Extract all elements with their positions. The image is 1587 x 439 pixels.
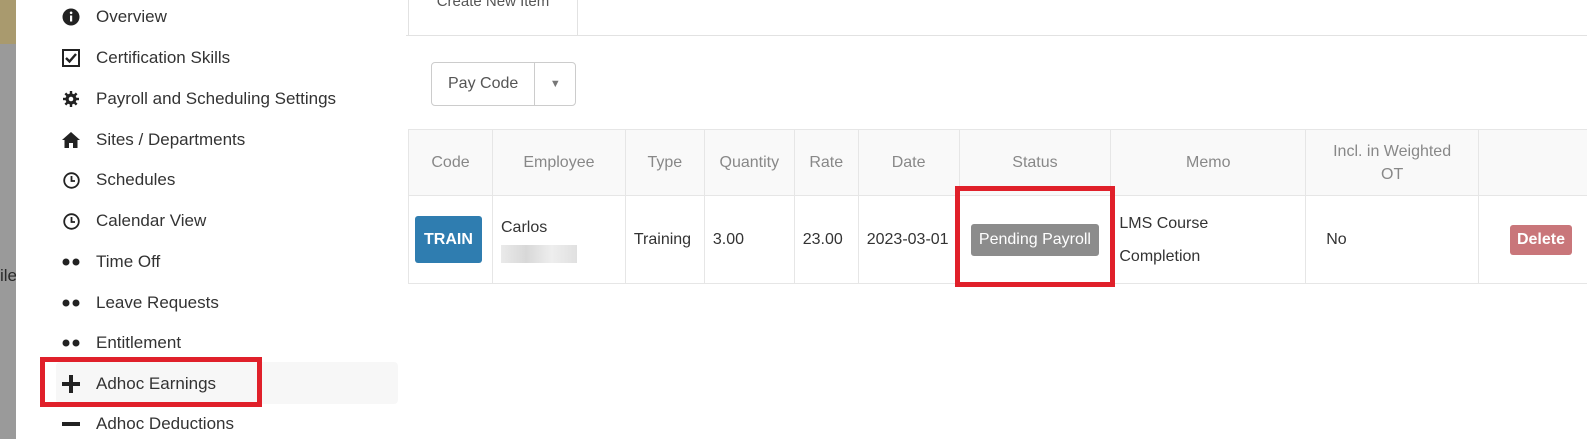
- sidebar-item-label: Sites / Departments: [96, 130, 246, 149]
- background-strip: ile: [0, 0, 18, 439]
- sidebar-item-label: Schedules: [96, 170, 176, 189]
- sidebar-item-adhoc-deductions[interactable]: Adhoc Deductions: [60, 409, 234, 439]
- sidebar-item-adhoc-earnings[interactable]: Adhoc Earnings: [60, 369, 216, 399]
- home-icon: [60, 132, 82, 148]
- sidebar-item-label: Time Off: [96, 252, 161, 271]
- sidebar-item-label: Payroll and Scheduling Settings: [96, 89, 337, 108]
- info-circle-icon: [60, 8, 82, 26]
- table-row: TRAIN Carlos Training 3.00 23.00 2023-03…: [408, 195, 1587, 284]
- cell-actions: Delete: [1478, 195, 1587, 284]
- sidebar-item-payroll-settings[interactable]: Payroll and Scheduling Settings: [60, 84, 336, 114]
- cell-rate: 23.00: [793, 195, 859, 284]
- redacted-surname: [500, 244, 577, 263]
- employee-name: Carlos: [500, 218, 548, 236]
- minus-icon: [60, 422, 82, 426]
- sidebar-item-label: Leave Requests: [96, 293, 219, 312]
- sidebar: Overview Certification Skills Payroll an…: [16, 0, 406, 439]
- pay-code-dropdown[interactable]: Pay Code ▼: [431, 62, 577, 106]
- dots-icon: [60, 339, 82, 347]
- cell-status: Pending Payroll: [958, 195, 1112, 284]
- cell-weighted-ot: No: [1305, 195, 1480, 284]
- table-header-row: Code Employee Type Quantity Rate Date St…: [408, 129, 1587, 196]
- cell-code: TRAIN: [408, 195, 493, 284]
- dots-icon: [60, 299, 82, 307]
- sidebar-item-leave-requests[interactable]: Leave Requests: [60, 288, 219, 318]
- code-badge: TRAIN: [415, 216, 482, 263]
- sidebar-item-certification-skills[interactable]: Certification Skills: [60, 43, 230, 73]
- column-header-actions: [1478, 129, 1587, 196]
- sidebar-item-label: Adhoc Deductions: [96, 414, 234, 433]
- clock-icon: [60, 171, 82, 189]
- cell-quantity: 3.00: [703, 195, 795, 284]
- column-header-code: Code: [408, 129, 493, 196]
- column-header-type: Type: [624, 129, 705, 196]
- sidebar-item-label: Entitlement: [96, 333, 182, 352]
- column-header-rate: Rate: [793, 129, 859, 196]
- tab-create-label: Create New Item: [436, 0, 550, 10]
- sidebar-item-label: Adhoc Earnings: [96, 374, 217, 393]
- status-badge: Pending Payroll: [970, 224, 1099, 256]
- sidebar-item-entitlement[interactable]: Entitlement: [60, 328, 181, 358]
- sidebar-item-overview[interactable]: Overview: [60, 2, 167, 32]
- background-peek-text: ile: [0, 266, 18, 285]
- sidebar-item-sites-departments[interactable]: Sites / Departments: [60, 125, 245, 155]
- gear-icon: [60, 91, 82, 107]
- chevron-down-icon[interactable]: ▼: [535, 63, 575, 105]
- sidebar-item-label: Certification Skills: [96, 48, 231, 67]
- plus-icon: [60, 375, 82, 393]
- column-header-weighted-ot: Incl. in Weighted OT: [1305, 129, 1480, 196]
- tab-bar: Create New Item: [406, 0, 1587, 36]
- column-header-date: Date: [857, 129, 960, 196]
- sidebar-item-calendar-view[interactable]: Calendar View: [60, 206, 206, 236]
- cell-memo: LMS Course Completion: [1110, 195, 1307, 284]
- sidebar-item-time-off[interactable]: Time Off: [60, 247, 160, 277]
- date-value: 2023-03-01: [866, 231, 949, 248]
- tab-create-new-item[interactable]: Create New Item: [408, 0, 578, 36]
- cell-date: 2023-03-01: [857, 195, 960, 284]
- pay-code-label: Pay Code: [432, 63, 536, 105]
- dots-icon: [60, 258, 82, 266]
- sidebar-item-schedules[interactable]: Schedules: [60, 165, 175, 195]
- sidebar-item-label: Calendar View: [96, 211, 207, 230]
- main-content: Create New Item Pay Code ▼ Code Employee…: [406, 0, 1587, 439]
- cell-type: Training: [624, 195, 705, 284]
- delete-button[interactable]: Delete: [1509, 225, 1572, 255]
- column-header-employee: Employee: [491, 129, 626, 196]
- column-header-status: Status: [958, 129, 1112, 196]
- column-header-quantity: Quantity: [703, 129, 795, 196]
- cell-employee: Carlos: [491, 195, 626, 284]
- sidebar-item-label: Overview: [96, 7, 167, 26]
- earnings-table: Code Employee Type Quantity Rate Date St…: [408, 129, 1587, 284]
- background-band: [0, 0, 16, 44]
- checkbox-icon: [60, 49, 82, 67]
- column-header-memo: Memo: [1110, 129, 1307, 196]
- clock-icon: [60, 212, 82, 230]
